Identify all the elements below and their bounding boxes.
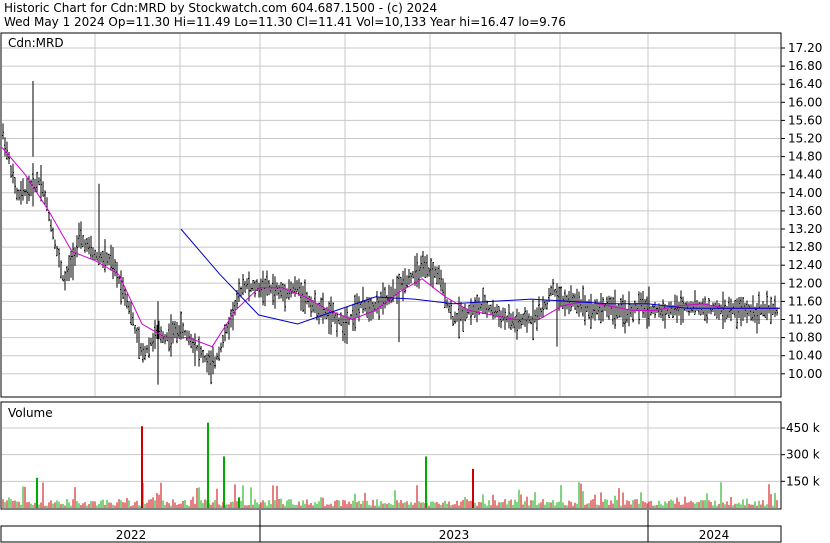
price-tick-label: 10.80 xyxy=(788,331,822,345)
volume-panel-title: Volume xyxy=(8,406,53,420)
year-label: 2022 xyxy=(116,528,147,542)
year-label: 2024 xyxy=(699,528,730,542)
volume-tick-label: 450 k xyxy=(786,421,820,435)
price-tick-label: 14.80 xyxy=(788,150,822,164)
volume-tick-label: 150 k xyxy=(786,474,820,488)
price-tick-label: 14.00 xyxy=(788,186,822,200)
price-tick-label: 13.20 xyxy=(788,222,822,236)
year-label: 2023 xyxy=(439,528,470,542)
price-tick-label: 12.80 xyxy=(788,240,822,254)
volume-y-axis: 450 k 300 k 150 k xyxy=(781,421,820,488)
price-tick-label: 11.60 xyxy=(788,294,822,308)
price-tick-label: 13.60 xyxy=(788,204,822,218)
price-tick-label: 12.40 xyxy=(788,258,822,272)
volume-tick-label: 300 k xyxy=(786,448,820,462)
price-tick-label: 10.00 xyxy=(788,367,822,381)
price-tick-label: 16.40 xyxy=(788,77,822,91)
price-tick-label: 11.20 xyxy=(788,313,822,327)
price-tick-label: 15.60 xyxy=(788,113,822,127)
price-tick-label: 12.00 xyxy=(788,276,822,290)
price-panel xyxy=(0,32,782,398)
volume-panel xyxy=(0,401,782,510)
price-tick-label: 16.80 xyxy=(788,59,822,73)
price-tick-label: 10.40 xyxy=(788,349,822,363)
stock-chart: Cdn:MRD 17.20 16.80 16.40 16.00 15.60 15.20 14… xyxy=(0,32,822,543)
price-tick-label: 15.20 xyxy=(788,132,822,146)
price-panel-title: Cdn:MRD xyxy=(8,36,64,50)
price-tick-label: 16.00 xyxy=(788,95,822,109)
price-tick-label: 17.20 xyxy=(788,41,822,55)
price-tick-label: 14.40 xyxy=(788,168,822,182)
price-y-axis: 17.20 16.80 16.40 16.00 15.60 15.20 14.80 14.40… xyxy=(781,41,822,381)
